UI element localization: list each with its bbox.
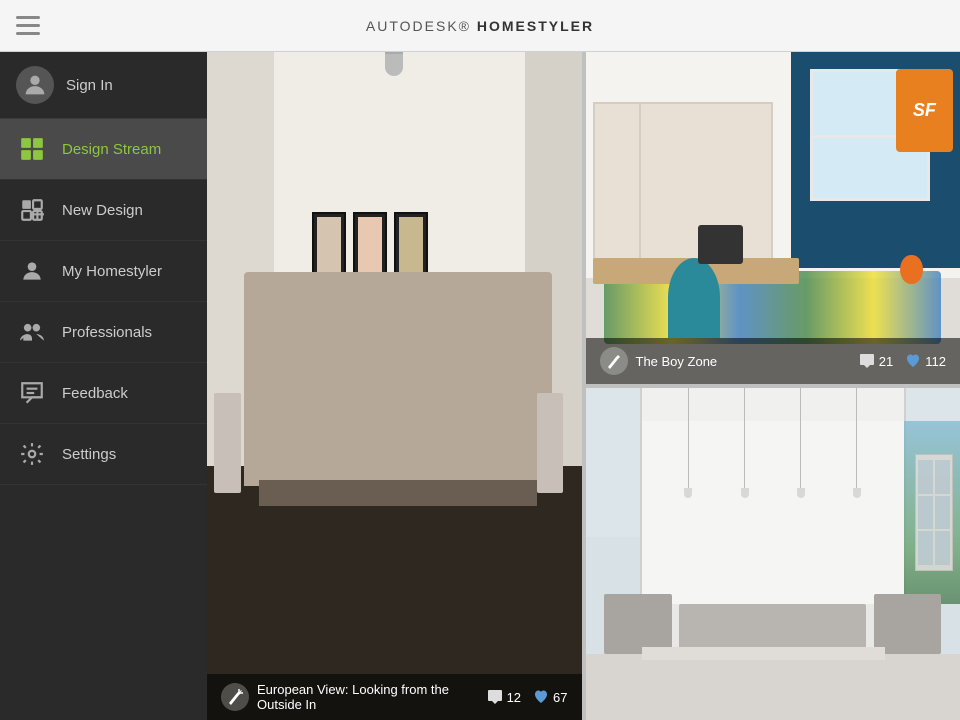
sidebar-item-feedback[interactable]: Feedback — [0, 363, 207, 424]
brand-name: AUTODESK — [366, 18, 459, 34]
settings-icon — [16, 438, 48, 470]
my-homestyler-icon — [16, 255, 48, 287]
sidebar-item-my-homestyler[interactable]: My Homestyler — [0, 241, 207, 302]
app-name: HOMESTYLER — [477, 18, 594, 34]
sidebar-item-professionals[interactable]: Professionals — [0, 302, 207, 363]
boyzone-scene: SF — [586, 52, 960, 384]
heart-icon-2 — [905, 353, 921, 369]
menu-button[interactable] — [16, 16, 40, 35]
user-icon — [21, 71, 49, 99]
professionals-icon — [16, 316, 48, 348]
design-card-2-info: The Boy Zone 21 112 — [586, 338, 960, 384]
modern-scene — [586, 388, 960, 720]
sf-giants-logo: SF — [896, 69, 952, 152]
feedback-icon — [16, 377, 48, 409]
grid-icon — [16, 133, 48, 165]
design-card-1-info: European View: Looking from the Outside … — [207, 674, 582, 720]
app-title: AUTODESK® HOMESTYLER — [366, 18, 594, 34]
design-stats-2: 21 112 — [859, 353, 946, 369]
sidebar-item-settings[interactable]: Settings — [0, 424, 207, 485]
sign-in-item[interactable]: Sign In — [0, 52, 207, 119]
design-card-1[interactable]: European View: Looking from the Outside … — [207, 52, 582, 720]
wand-icon-2 — [600, 347, 628, 375]
my-homestyler-label: My Homestyler — [62, 263, 162, 280]
comment-count-2: 21 — [859, 353, 893, 369]
design-grid: European View: Looking from the Outside … — [207, 52, 960, 720]
bedroom-scene — [207, 52, 582, 720]
design-stats-1: 12 67 — [487, 689, 568, 705]
settings-label: Settings — [62, 446, 116, 463]
app-header: AUTODESK® HOMESTYLER — [0, 0, 960, 52]
comment-icon-2 — [859, 353, 875, 369]
sidebar: Sign In Design Stream New Design — [0, 52, 207, 720]
design-card-2[interactable]: SF The Boy Zone 21 — [586, 52, 960, 384]
sign-in-label: Sign In — [66, 77, 113, 94]
design-title-1: European View: Looking from the Outside … — [257, 682, 479, 712]
like-count-1: 67 — [533, 689, 567, 705]
sidebar-item-design-stream[interactable]: Design Stream — [0, 119, 207, 180]
new-design-label: New Design — [62, 202, 143, 219]
like-count-2: 112 — [905, 353, 946, 369]
heart-icon-1 — [533, 689, 549, 705]
design-stream-label: Design Stream — [62, 141, 161, 158]
design-card-3[interactable] — [586, 388, 960, 720]
wand-icon — [221, 683, 249, 711]
design-title-2: The Boy Zone — [636, 354, 851, 369]
feedback-label: Feedback — [62, 385, 128, 402]
sidebar-item-new-design[interactable]: New Design — [0, 180, 207, 241]
comment-count-1: 12 — [487, 689, 521, 705]
comment-icon-1 — [487, 689, 503, 705]
new-design-icon — [16, 194, 48, 226]
avatar — [16, 66, 54, 104]
professionals-label: Professionals — [62, 324, 152, 341]
